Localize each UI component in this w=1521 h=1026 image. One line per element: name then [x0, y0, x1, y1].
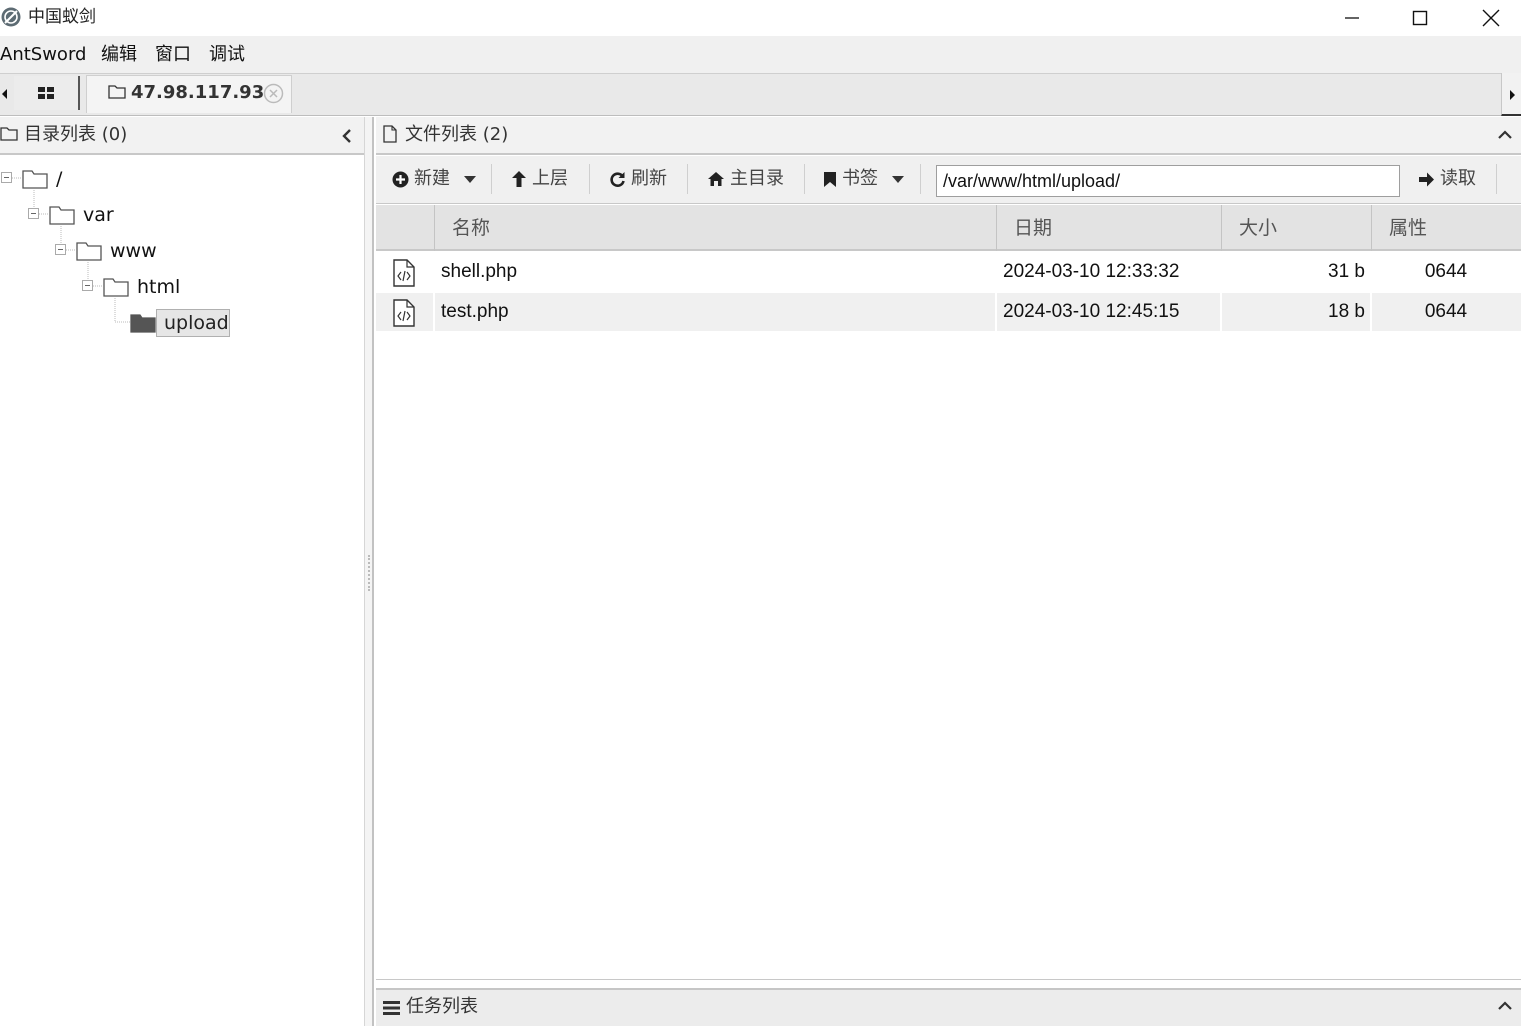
- tree-toggle-html[interactable]: [82, 280, 93, 291]
- column-size[interactable]: 大小: [1221, 205, 1371, 251]
- tree-toggle-www[interactable]: [55, 244, 66, 255]
- toolbar-separator: [589, 164, 590, 194]
- php-file-icon: [392, 259, 416, 287]
- file-name: shell.php: [441, 261, 518, 282]
- collapse-toggle-icon: [28, 208, 39, 219]
- tree-node-upload[interactable]: upload: [156, 309, 230, 337]
- home-dir-button[interactable]: 主目录: [707, 167, 784, 191]
- tab-scroll-right-button[interactable]: [1501, 73, 1521, 116]
- arrow-up-icon: [512, 171, 526, 187]
- maximize-icon: [1412, 10, 1428, 26]
- read-button[interactable]: 读取: [1418, 167, 1476, 191]
- tab-scroll-right-icon: [1510, 90, 1515, 100]
- up-button-label: 上层: [532, 168, 568, 189]
- file-permissions: 0644: [1424, 301, 1468, 322]
- bookmark-icon: [824, 171, 836, 187]
- menu-edit[interactable]: 编辑: [101, 44, 137, 66]
- title-bar: [0, 0, 1521, 36]
- column-attributes[interactable]: 属性: [1371, 205, 1521, 251]
- panel-divider: [376, 979, 1521, 980]
- tree-node-root[interactable]: /: [56, 167, 62, 191]
- file-date: 2024-03-10 12:33:32: [1003, 261, 1180, 282]
- new-button[interactable]: 新建: [392, 167, 477, 191]
- collapse-toggle-icon: [1, 172, 12, 183]
- file-permissions: 0644: [1424, 261, 1468, 282]
- minimize-icon: [1345, 17, 1359, 19]
- php-file-icon: [392, 299, 416, 327]
- folder-filled-icon: [130, 313, 156, 333]
- file-icon: [383, 125, 397, 143]
- tab-label: 47.98.117.93: [131, 82, 265, 103]
- task-panel-title: 任务列表: [406, 996, 478, 1017]
- tree-toggle-var[interactable]: [28, 208, 39, 219]
- arrow-right-icon: [1419, 172, 1434, 186]
- tree-node-html[interactable]: html: [137, 275, 180, 299]
- plus-circle-icon: [392, 171, 409, 187]
- collapse-toggle-icon: [82, 280, 93, 291]
- tab-close-icon[interactable]: [263, 83, 284, 104]
- bookmark-button-label: 书签: [842, 168, 878, 189]
- tab-scroll-left-icon[interactable]: [0, 86, 8, 102]
- folder-icon: [76, 241, 102, 261]
- new-button-label: 新建: [414, 168, 450, 189]
- maximize-button[interactable]: [1397, 0, 1443, 36]
- toolbar-separator: [804, 164, 805, 194]
- folder-icon: [22, 169, 48, 189]
- home-icon: [708, 172, 724, 186]
- tree-node-www[interactable]: www: [110, 239, 157, 263]
- tab-home[interactable]: [14, 76, 80, 110]
- menu-debug[interactable]: 调试: [209, 44, 245, 66]
- path-input[interactable]: [936, 165, 1400, 197]
- column-divider: [433, 253, 435, 331]
- close-icon: [1482, 9, 1500, 27]
- expand-up-icon[interactable]: [1497, 999, 1513, 1011]
- column-divider: [995, 253, 997, 331]
- collapse-up-icon[interactable]: [1497, 128, 1513, 140]
- caret-down-icon: [892, 176, 904, 183]
- task-panel-header: [376, 988, 1521, 1026]
- folder-icon: [49, 205, 75, 225]
- grid-icon: [38, 87, 54, 99]
- minimize-button[interactable]: [1329, 0, 1375, 36]
- collapse-left-icon[interactable]: [340, 128, 354, 144]
- file-panel-header: [376, 117, 1521, 155]
- column-date[interactable]: 日期: [996, 205, 1221, 251]
- up-button[interactable]: 上层: [511, 167, 568, 191]
- folder-icon: [0, 126, 18, 142]
- bookmark-button[interactable]: 书签: [823, 167, 905, 191]
- menu-antsword[interactable]: AntSword: [0, 44, 86, 66]
- file-panel-title: 文件列表 (2): [405, 124, 509, 145]
- tree-node-var[interactable]: var: [83, 203, 114, 227]
- column-name[interactable]: 名称: [434, 205, 996, 251]
- folder-icon: [103, 277, 129, 297]
- column-divider: [1220, 253, 1222, 331]
- file-name: test.php: [441, 301, 509, 322]
- home-dir-button-label: 主目录: [730, 168, 784, 189]
- close-window-button[interactable]: [1468, 0, 1514, 36]
- read-button-label: 读取: [1440, 168, 1476, 189]
- file-size: 18 b: [1328, 301, 1365, 322]
- toolbar-separator: [920, 164, 921, 194]
- folder-icon: [108, 84, 126, 100]
- refresh-icon: [610, 171, 625, 187]
- file-date: 2024-03-10 12:45:15: [1003, 301, 1180, 322]
- file-size: 31 b: [1328, 261, 1365, 282]
- tree-toggle-root[interactable]: [1, 172, 12, 183]
- refresh-button-label: 刷新: [631, 168, 667, 189]
- toolbar-separator: [1496, 164, 1497, 194]
- collapse-toggle-icon: [55, 244, 66, 255]
- column-divider: [1370, 253, 1372, 331]
- directory-panel-title: 目录列表 (0): [24, 124, 128, 145]
- splitter-grip[interactable]: [368, 555, 371, 591]
- list-icon: [383, 1001, 400, 1015]
- toolbar-separator: [491, 164, 492, 194]
- window-title: 中国蚁剑: [28, 7, 96, 27]
- toolbar-separator: [687, 164, 688, 194]
- caret-down-icon: [464, 176, 476, 183]
- antsword-logo-icon: [0, 6, 22, 28]
- refresh-button[interactable]: 刷新: [609, 167, 667, 191]
- menu-window[interactable]: 窗口: [155, 44, 191, 66]
